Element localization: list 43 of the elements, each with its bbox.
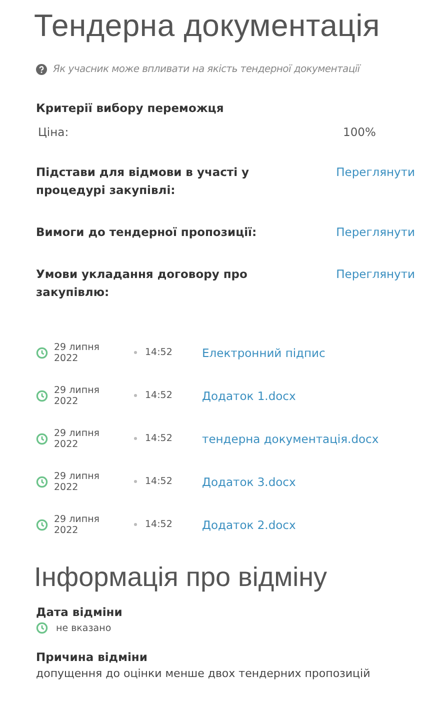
document-date: 29 липня 2022 [54,514,100,536]
field-value: допущення до оцінки менше двох тендерних пропозицій [36,667,372,680]
document-date: 29 липня 2022 [54,384,100,406]
view-link[interactable]: Переглянути [336,163,415,181]
separator-dot [134,437,137,440]
clock-icon [36,518,48,530]
view-link[interactable]: Переглянути [336,223,415,241]
field-label: Дата відміни [36,605,124,619]
field-label: Причина відміни [36,650,148,664]
criterion-label: Ціна: [38,125,69,139]
document-time: 14:52 [145,519,174,530]
section-title: Інформація про відміну [34,562,328,593]
requirement-label: Вимоги до тендерної пропозиції: [36,224,258,241]
requirement-label: Умови укладання договору про закупівлю: [36,266,248,301]
document-date: 29 липня 2022 [54,428,100,450]
separator-dot [134,394,137,397]
requirement-label: Підстави для відмови в участі у процедурі закупівлі: [36,164,250,199]
separator-dot [134,523,137,526]
separator-dot [134,351,137,354]
document-link[interactable]: Додаток 2.docx [202,516,296,534]
criterion-value: 100% [343,125,377,139]
document-time: 14:52 [145,347,174,358]
document-link[interactable]: Додаток 1.docx [202,386,296,404]
field-value: не вказано [56,622,112,634]
view-link[interactable]: Переглянути [336,265,415,283]
help-icon [36,64,47,75]
document-date: 29 липня 2022 [54,342,100,364]
clock-icon [36,390,48,402]
document-time: 14:52 [145,390,174,401]
page-title: Тендерна документація [34,8,381,44]
document-link[interactable]: Електронний підпис [202,344,326,362]
clock-icon [36,476,48,488]
separator-dot [134,480,137,483]
document-link[interactable]: тендерна документація.docx [202,430,379,448]
document-time: 14:52 [145,476,174,487]
help-link[interactable]: Як учасник може впливати на якість тендерної документації [53,64,360,75]
document-date: 29 липня 2022 [54,470,100,492]
clock-icon [36,346,48,358]
section-heading: Критерії вибору переможця [36,101,225,115]
clock-icon [36,622,48,634]
clock-icon [36,432,48,444]
document-time: 14:52 [145,433,174,444]
document-link[interactable]: Додаток 3.docx [202,472,296,490]
